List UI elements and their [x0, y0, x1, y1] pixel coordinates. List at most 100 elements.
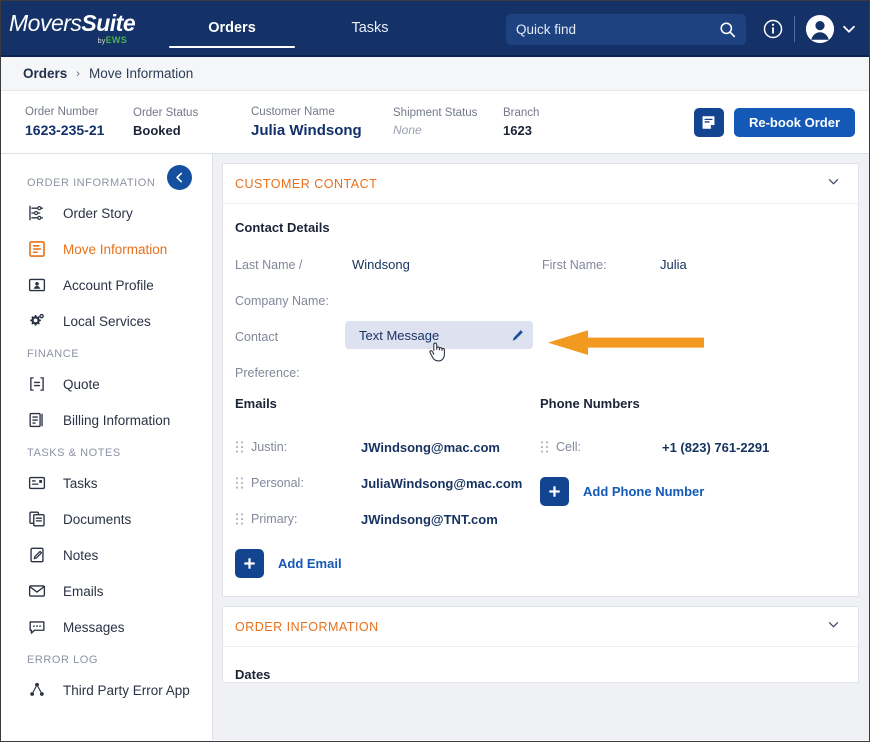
tasks-icon — [27, 474, 46, 493]
tab-tasks[interactable]: Tasks — [315, 0, 425, 56]
logo-company: EWS — [106, 35, 127, 45]
sidebar-item-account-profile[interactable]: Account Profile — [1, 267, 212, 303]
dates-heading: Dates — [223, 647, 858, 682]
summary-branch-value: 1623 — [503, 123, 593, 138]
sidebar-item-order-story[interactable]: Order Story — [1, 195, 212, 231]
last-name-label: Last Name / — [235, 256, 340, 274]
sidebar-item-third-party-error-app[interactable]: Third Party Error App — [1, 672, 212, 708]
info-circle-icon[interactable] — [760, 16, 786, 42]
contact-preference-label-line1: Contact — [235, 328, 340, 346]
email-row[interactable]: Justin: JWindsong@mac.com — [235, 429, 540, 465]
add-phone-number-button[interactable]: Add Phone Number — [540, 477, 846, 506]
account-profile-icon — [27, 276, 46, 295]
summary-order-number-value: 1623-235-21 — [25, 122, 133, 138]
drag-handle-icon[interactable] — [540, 440, 549, 454]
sidebar-item-messages-label: Messages — [63, 620, 125, 635]
phone-numbers-heading: Phone Numbers — [540, 396, 846, 411]
summary-order-number-label: Order Number — [25, 106, 133, 118]
email-label: Justin: — [251, 440, 361, 454]
note-icon-button[interactable] — [694, 108, 724, 137]
sidebar-item-move-information[interactable]: Move Information — [1, 231, 212, 267]
email-row[interactable]: Personal: JuliaWindsong@mac.com — [235, 465, 540, 501]
order-summary-bar: Order Number 1623-235-21 Order Status Bo… — [1, 91, 869, 154]
sidebar-item-quote-label: Quote — [63, 377, 100, 392]
phone-label: Cell: — [556, 440, 614, 454]
summary-order-status-value: Booked — [133, 123, 251, 138]
re-book-order-button[interactable]: Re-book Order — [734, 108, 855, 137]
company-name-row: Company Name: — [235, 292, 846, 328]
email-row[interactable]: Primary: JWindsong@TNT.com — [235, 501, 540, 537]
email-value[interactable]: JuliaWindsong@mac.com — [361, 476, 522, 491]
tab-orders-label: Orders — [208, 20, 256, 36]
sidebar-item-documents[interactable]: Documents — [1, 501, 212, 537]
top-navigation-bar: MoversSuite byEWS Orders Tasks — [1, 1, 869, 57]
sidebar-item-tasks[interactable]: Tasks — [1, 465, 212, 501]
first-name-label: First Name: — [542, 256, 607, 274]
logo-subtext: byEWS — [98, 36, 127, 45]
tab-orders[interactable]: Orders — [169, 0, 295, 56]
movers-suite-logo[interactable]: MoversSuite byEWS — [1, 12, 131, 45]
summary-customer-name: Customer Name Julia Windsong — [251, 99, 393, 145]
search-icon[interactable] — [719, 21, 736, 38]
contact-details-heading: Contact Details — [235, 220, 846, 235]
order-story-icon — [27, 204, 46, 223]
phone-row[interactable]: Cell: +1 (823) 761-2291 — [540, 429, 846, 465]
customer-contact-panel-header[interactable]: CUSTOMER CONTACT — [223, 164, 858, 204]
sidebar-item-messages[interactable]: Messages — [1, 609, 212, 645]
add-phone-number-label: Add Phone Number — [583, 484, 704, 499]
sidebar-item-quote[interactable]: Quote — [1, 366, 212, 402]
page-body: ORDER INFORMATION Order Story Move Infor… — [1, 154, 869, 740]
summary-customer-name-value: Julia Windsong — [251, 122, 393, 139]
sidebar-group-tasks-notes: TASKS & NOTES — [1, 438, 212, 465]
summary-shipment-status: Shipment Status None — [393, 99, 503, 145]
logo-by: by — [98, 38, 106, 45]
drag-handle-icon[interactable] — [235, 512, 244, 526]
documents-icon — [27, 510, 46, 529]
sidebar-item-order-story-label: Order Story — [63, 206, 133, 221]
last-name-value[interactable]: Windsong — [352, 256, 410, 274]
share-nodes-icon — [27, 681, 46, 700]
chevron-left-icon — [173, 171, 186, 184]
order-information-panel-header[interactable]: ORDER INFORMATION — [223, 607, 858, 647]
add-email-button[interactable]: Add Email — [235, 549, 540, 578]
chevron-down-icon[interactable] — [839, 19, 859, 39]
drag-handle-icon[interactable] — [235, 476, 244, 490]
pencil-icon[interactable] — [510, 328, 525, 343]
email-value[interactable]: JWindsong@TNT.com — [361, 512, 498, 527]
gear-icon — [27, 312, 46, 331]
order-information-panel: ORDER INFORMATION Dates — [222, 606, 859, 683]
customer-contact-collapse-chevron-down-icon[interactable] — [826, 174, 841, 194]
breadcrumb-move-information[interactable]: Move Information — [89, 66, 193, 81]
sidebar-item-notes[interactable]: Notes — [1, 537, 212, 573]
sidebar-item-notes-label: Notes — [63, 548, 98, 563]
contact-preference-field[interactable]: Text Message — [345, 321, 533, 349]
main-content: CUSTOMER CONTACT Contact Details Last Na… — [213, 154, 869, 740]
first-name-value[interactable]: Julia — [660, 256, 687, 274]
quote-icon — [27, 375, 46, 394]
email-label: Primary: — [251, 512, 361, 526]
sidebar-item-local-services[interactable]: Local Services — [1, 303, 212, 339]
order-information-collapse-chevron-down-icon[interactable] — [826, 617, 841, 637]
contact-lists: Emails Justin: JWindsong@mac.com — [235, 396, 846, 578]
breadcrumb-separator: › — [76, 68, 80, 80]
add-email-label: Add Email — [278, 556, 342, 571]
contact-preference-value: Text Message — [359, 328, 510, 343]
contact-preference-label-line2: Preference: — [235, 364, 340, 382]
sidebar-item-local-services-label: Local Services — [63, 314, 151, 329]
sidebar-collapse-button[interactable] — [167, 165, 192, 190]
summary-customer-name-label: Customer Name — [251, 106, 393, 118]
phone-value[interactable]: +1 (823) 761-2291 — [614, 440, 769, 455]
sidebar-item-billing-information[interactable]: Billing Information — [1, 402, 212, 438]
primary-nav-tabs: Orders Tasks — [131, 0, 425, 56]
sidebar-item-emails[interactable]: Emails — [1, 573, 212, 609]
avatar[interactable] — [805, 14, 835, 44]
breadcrumb-orders[interactable]: Orders — [23, 66, 67, 81]
summary-order-status-label: Order Status — [133, 107, 251, 119]
drag-handle-icon[interactable] — [235, 440, 244, 454]
company-name-label: Company Name: — [235, 292, 340, 310]
email-value[interactable]: JWindsong@mac.com — [361, 440, 500, 455]
quick-find-container[interactable] — [506, 14, 746, 45]
tab-tasks-label: Tasks — [351, 20, 388, 36]
search-input[interactable] — [516, 22, 719, 37]
customer-contact-panel-title: CUSTOMER CONTACT — [235, 177, 377, 191]
